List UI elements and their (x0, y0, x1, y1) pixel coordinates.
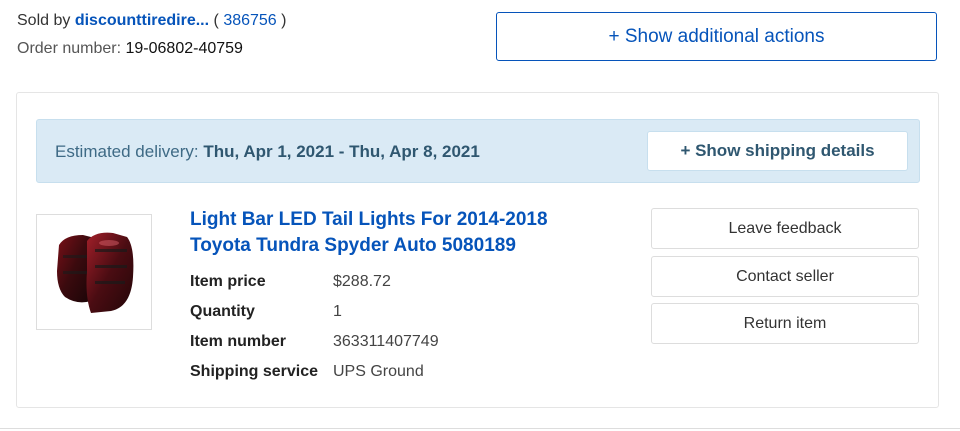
sold-by-label: Sold by (17, 12, 71, 29)
estimated-delivery-dates: Thu, Apr 1, 2021 - Thu, Apr 8, 2021 (203, 142, 480, 161)
item-thumbnail[interactable] (36, 214, 152, 330)
estimated-delivery-label: Estimated delivery: (55, 142, 199, 161)
estimated-delivery-text: Estimated delivery: Thu, Apr 1, 2021 - T… (55, 142, 480, 162)
detail-row-quantity: Quantity 1 (190, 297, 439, 327)
detail-row-shipping-service: Shipping service UPS Ground (190, 357, 439, 387)
item-price-label: Item price (190, 273, 266, 290)
seller-feedback-score[interactable]: 386756 (223, 12, 276, 29)
return-item-button[interactable]: Return item (651, 303, 919, 344)
seller-name-link[interactable]: discounttiredire... (75, 12, 209, 29)
item-title-line-2: Toyota Tundra Spyder Auto 5080189 (190, 235, 516, 256)
quantity-value: 1 (333, 303, 342, 320)
quantity-label: Quantity (190, 303, 255, 320)
shipping-service-label: Shipping service (190, 363, 319, 380)
estimated-delivery-banner: Estimated delivery: Thu, Apr 1, 2021 - T… (36, 119, 920, 183)
order-number-label: Order number: (17, 40, 122, 57)
order-number-line: Order number: 19-06802-40759 (17, 40, 243, 58)
tail-lights-image (57, 232, 134, 313)
leave-feedback-button[interactable]: Leave feedback (651, 208, 919, 249)
feedback-open-paren: ( (213, 12, 219, 29)
item-details: Item price $288.72 Quantity 1 Item numbe… (190, 267, 439, 387)
section-divider (0, 428, 960, 429)
order-item-card: Estimated delivery: Thu, Apr 1, 2021 - T… (16, 92, 939, 408)
contact-seller-button[interactable]: Contact seller (651, 256, 919, 297)
show-shipping-details-button[interactable]: + Show shipping details (647, 131, 908, 171)
item-price-value: $288.72 (333, 273, 391, 290)
item-number-value: 363311407749 (333, 333, 439, 350)
detail-row-item-number: Item number 363311407749 (190, 327, 439, 357)
show-additional-actions-button[interactable]: + Show additional actions (496, 12, 937, 61)
item-title-link[interactable]: Light Bar LED Tail Lights For 2014-2018 … (190, 207, 610, 259)
seller-line: Sold by discounttiredire... ( 386756 ) (17, 12, 286, 30)
order-details-page: Sold by discounttiredire... ( 386756 ) O… (0, 0, 960, 431)
feedback-close-paren: ) (281, 12, 287, 29)
shipping-service-value: UPS Ground (333, 363, 424, 380)
order-number-value: 19-06802-40759 (125, 40, 243, 57)
item-number-label: Item number (190, 333, 287, 350)
item-title-line-1: Light Bar LED Tail Lights For 2014-2018 (190, 209, 548, 230)
detail-row-item-price: Item price $288.72 (190, 267, 439, 297)
